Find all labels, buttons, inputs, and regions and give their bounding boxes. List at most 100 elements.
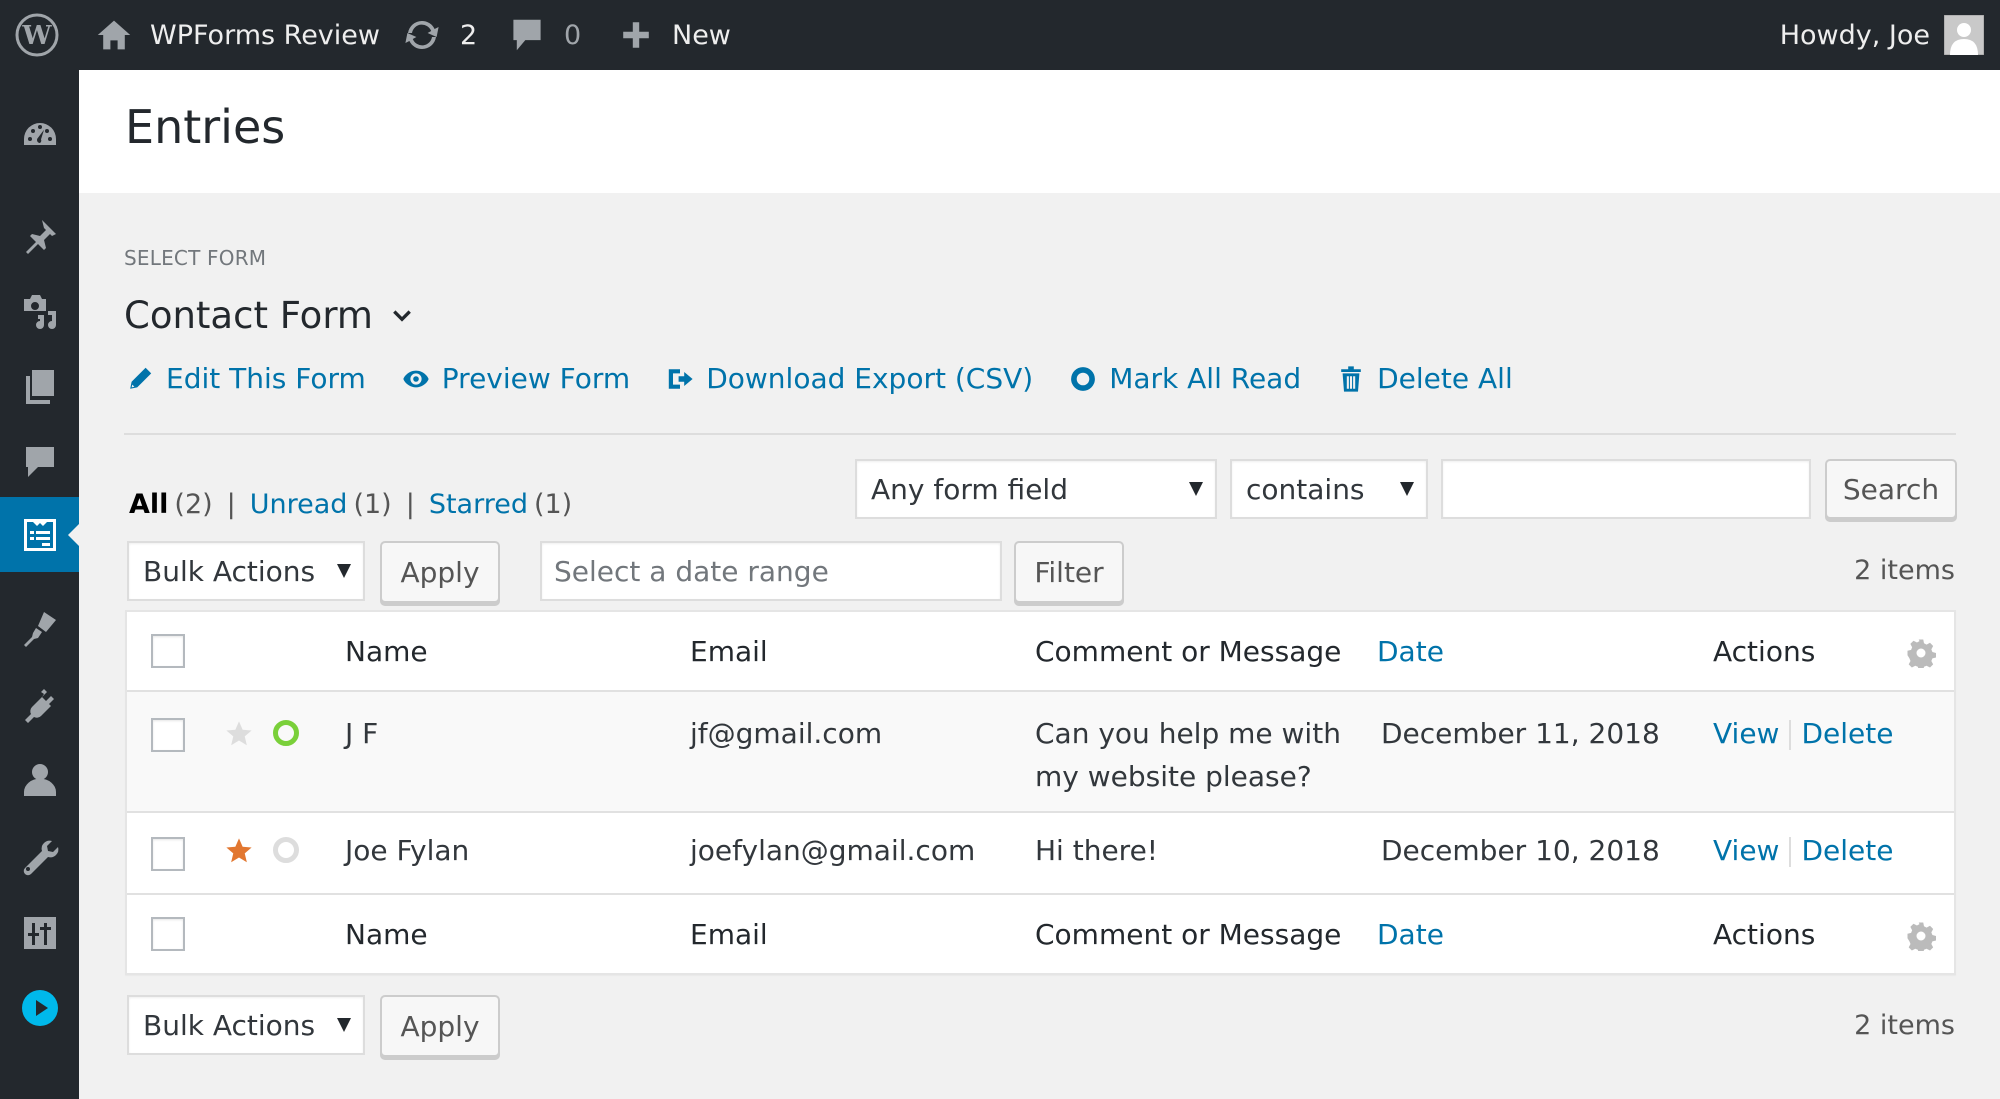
wrench-icon — [23, 840, 58, 875]
entry-date: December 10, 2018 — [1381, 834, 1660, 867]
site-name-link[interactable]: WPForms Review — [96, 0, 380, 70]
column-footer-message: Comment or Message — [1035, 918, 1342, 951]
circle-outline-icon — [1071, 366, 1096, 391]
filter-button[interactable]: Filter — [1014, 541, 1124, 603]
comments-count: 0 — [564, 19, 582, 51]
sidebar-item-settings[interactable] — [0, 895, 79, 970]
entry-message: Hi there! — [1035, 834, 1159, 867]
search-comparison-value: contains — [1246, 472, 1365, 506]
sidebar-item-appearance[interactable] — [0, 590, 79, 665]
search-field-select[interactable]: Any form field — [855, 459, 1217, 519]
dropdown-caret-icon — [337, 564, 351, 578]
select-all-checkbox[interactable] — [151, 634, 185, 668]
eye-icon — [403, 370, 429, 387]
date-range-input[interactable] — [540, 541, 1002, 601]
bulk-actions-value: Bulk Actions — [143, 1008, 316, 1042]
new-content-link[interactable]: New — [620, 0, 731, 70]
entry-message-line: Can you help me with — [1035, 717, 1341, 750]
download-export-label: Download Export (CSV) — [706, 362, 1034, 395]
dropdown-caret-icon — [1400, 482, 1414, 496]
mark-all-read-link[interactable]: Mark All Read — [1069, 362, 1301, 395]
dropdown-caret-icon — [1189, 482, 1203, 496]
star-icon[interactable] — [225, 837, 253, 865]
view-starred[interactable]: Starred — [429, 489, 528, 520]
admin-sidebar — [0, 70, 79, 1099]
comment-bubble-icon — [513, 19, 541, 51]
column-footer-actions: Actions — [1713, 918, 1816, 951]
sidebar-item-users[interactable] — [0, 742, 79, 817]
page-title: Entries — [125, 100, 286, 154]
wpforms-entries-icon — [23, 518, 56, 551]
preview-form-label: Preview Form — [441, 362, 631, 395]
search-term-input[interactable] — [1441, 459, 1811, 519]
select-form-label: SELECT FORM — [124, 246, 267, 270]
updates-icon — [405, 20, 439, 50]
sidebar-item-dashboard[interactable] — [0, 97, 79, 172]
table-row: Joe Fylan joefylan@gmail.com Hi there! D… — [127, 813, 1954, 893]
my-account-link[interactable]: Howdy, Joe — [1780, 0, 1984, 70]
play-circle-icon — [21, 989, 58, 1026]
read-indicator-icon[interactable] — [273, 837, 299, 863]
table-row: J F jf@gmail.com Can you help me with my… — [127, 692, 1954, 813]
pushpin-icon — [25, 219, 56, 254]
search-button[interactable]: Search — [1825, 459, 1957, 519]
view-separator: | — [226, 489, 236, 520]
bulk-actions-select-top[interactable]: Bulk Actions — [127, 541, 365, 601]
gear-icon[interactable] — [1906, 638, 1936, 668]
delete-entry-link[interactable]: Delete — [1801, 834, 1893, 867]
view-unread[interactable]: Unread — [250, 489, 348, 520]
column-footer-date[interactable]: Date — [1377, 913, 1444, 956]
star-icon[interactable] — [225, 720, 253, 748]
dashboard-gauge-icon — [23, 122, 56, 145]
apply-button-top[interactable]: Apply — [380, 541, 500, 603]
search-comparison-select[interactable]: contains — [1230, 459, 1428, 519]
apply-button-bottom[interactable]: Apply — [380, 995, 500, 1057]
settings-sliders-icon — [23, 916, 56, 949]
admin-bar: W WPForms Review 2 0 New Howdy, Joe — [0, 0, 2000, 70]
row-checkbox[interactable] — [151, 718, 185, 752]
column-header-date[interactable]: Date — [1377, 630, 1444, 673]
view-all[interactable]: All — [129, 489, 168, 520]
sidebar-item-posts[interactable] — [0, 198, 79, 273]
view-entry-link[interactable]: View — [1713, 834, 1779, 867]
sidebar-item-wpforms[interactable] — [0, 497, 79, 572]
sidebar-item-media[interactable] — [0, 273, 79, 348]
site-name: WPForms Review — [150, 19, 380, 51]
delete-all-label: Delete All — [1377, 362, 1513, 395]
delete-all-link[interactable]: Delete All — [1337, 362, 1513, 395]
row-checkbox[interactable] — [151, 837, 185, 871]
column-header-message: Comment or Message — [1035, 635, 1342, 668]
sidebar-item-comments[interactable] — [0, 423, 79, 498]
download-export-link[interactable]: Download Export (CSV) — [666, 362, 1033, 395]
view-entry-link[interactable]: View — [1713, 717, 1779, 750]
sidebar-item-pages[interactable] — [0, 348, 79, 423]
entries-table: Name Email Comment or Message Date Actio… — [125, 610, 1956, 975]
delete-entry-link[interactable]: Delete — [1801, 717, 1893, 750]
entry-date: December 11, 2018 — [1381, 717, 1660, 750]
action-divider — [1789, 720, 1792, 750]
comments-link[interactable]: 0 — [510, 0, 581, 70]
sidebar-item-tools[interactable] — [0, 819, 79, 894]
preview-form-link[interactable]: Preview Form — [402, 362, 630, 395]
form-selector[interactable]: Contact Form — [124, 294, 413, 337]
form-action-links: Edit This Form Preview Form Download Exp… — [126, 362, 1513, 395]
sidebar-item-plugins[interactable] — [0, 667, 79, 742]
sidebar-item-media-player[interactable] — [0, 970, 79, 1045]
pages-icon — [25, 369, 54, 404]
select-all-checkbox-footer[interactable] — [151, 917, 185, 951]
unread-indicator-icon[interactable] — [273, 720, 299, 746]
edit-form-link[interactable]: Edit This Form — [126, 362, 366, 395]
entry-views: All (2) | Unread (1) | Starred (1) — [129, 489, 572, 520]
entry-row-actions: View Delete — [1713, 712, 1893, 755]
entry-message-line: my website please? — [1035, 760, 1312, 793]
updates-link[interactable]: 2 — [402, 0, 477, 70]
gear-icon[interactable] — [1906, 921, 1936, 951]
wordpress-logo-button[interactable]: W — [14, 0, 60, 70]
action-divider — [1789, 837, 1792, 867]
howdy-text: Howdy, Joe — [1779, 19, 1930, 51]
bulk-actions-select-bottom[interactable]: Bulk Actions — [127, 995, 365, 1055]
home-icon — [97, 20, 131, 50]
entry-email: joefylan@gmail.com — [690, 834, 976, 867]
entry-message: Can you help me with my website please? — [1035, 712, 1341, 798]
view-all-count: (2) — [174, 489, 213, 520]
